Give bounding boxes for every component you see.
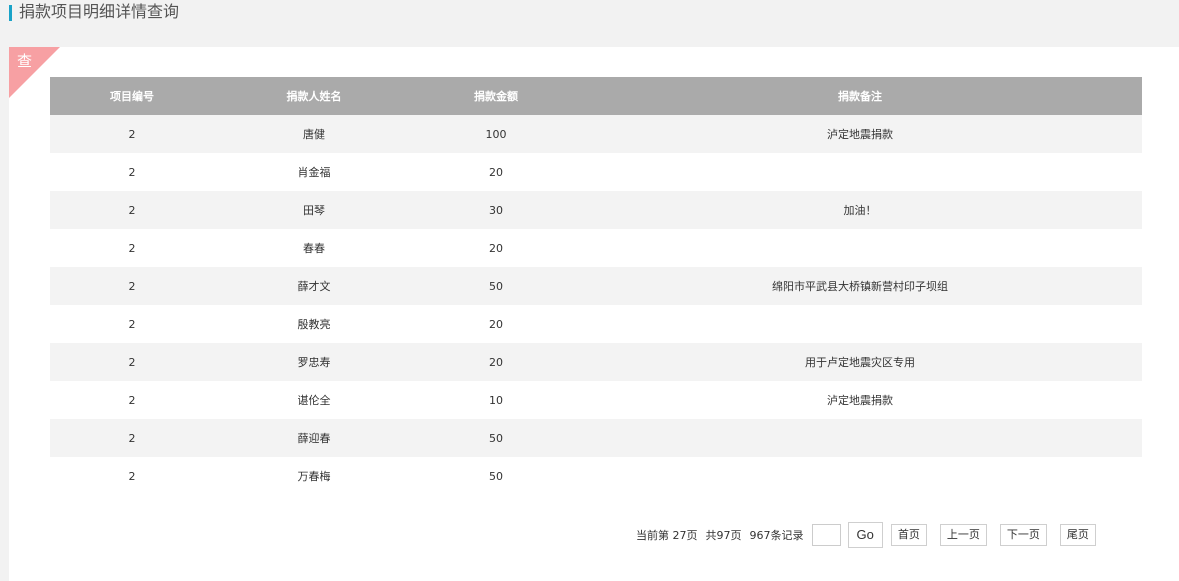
cell-amount: 20 [414, 305, 578, 343]
header-amount: 捐款金额 [414, 77, 578, 115]
cell-remark: 用于卢定地震灾区专用 [578, 343, 1142, 381]
cell-project-id: 2 [50, 381, 214, 419]
page-number-input[interactable] [811, 524, 841, 546]
cell-project-id: 2 [50, 457, 214, 495]
header-donor-name: 捐款人姓名 [214, 77, 414, 115]
first-page-button[interactable]: 首页 [890, 524, 927, 546]
table-row: 2 薛才文 50 绵阳市平武县大桥镇新营村印子坝组 [50, 267, 1142, 305]
query-corner-label: 查 [17, 52, 33, 70]
cell-donor-name: 薛迎春 [214, 419, 414, 457]
cell-amount: 20 [414, 343, 578, 381]
cell-project-id: 2 [50, 305, 214, 343]
cell-amount: 30 [414, 191, 578, 229]
go-button[interactable]: Go [847, 522, 883, 548]
cell-remark: 加油！ [578, 191, 1142, 229]
cell-project-id: 2 [50, 267, 214, 305]
cell-project-id: 2 [50, 343, 214, 381]
table-row: 2 田琴 30 加油！ [50, 191, 1142, 229]
cell-project-id: 2 [50, 419, 214, 457]
last-page-button[interactable]: 尾页 [1059, 524, 1096, 546]
header-project-id: 项目编号 [50, 77, 214, 115]
cell-amount: 10 [414, 381, 578, 419]
total-records-text: 967条记录 [749, 529, 804, 542]
table-row: 2 罗忠寿 20 用于卢定地震灾区专用 [50, 343, 1142, 381]
header-remark: 捐款备注 [578, 77, 1142, 115]
cell-amount: 20 [414, 153, 578, 191]
table-row: 2 万春梅 50 [50, 457, 1142, 495]
cell-donor-name: 罗忠寿 [214, 343, 414, 381]
cell-project-id: 2 [50, 191, 214, 229]
table-row: 2 肖金福 20 [50, 153, 1142, 191]
cell-donor-name: 肖金福 [214, 153, 414, 191]
cell-remark [578, 457, 1142, 495]
table-row: 2 薛迎春 50 [50, 419, 1142, 457]
cell-donor-name: 殷教亮 [214, 305, 414, 343]
cell-donor-name: 唐健 [214, 115, 414, 153]
table-header-row: 项目编号 捐款人姓名 捐款金额 捐款备注 [50, 77, 1142, 115]
cell-amount: 50 [414, 267, 578, 305]
pagination: 当前第 27页 共97页 967条记录 Go 首页 上一页 下一页 尾页 [636, 521, 1096, 549]
cell-remark: 绵阳市平武县大桥镇新营村印子坝组 [578, 267, 1142, 305]
current-page-text: 当前第 27页 [636, 529, 698, 542]
cell-donor-name: 谌伦全 [214, 381, 414, 419]
cell-remark: 泸定地震捐款 [578, 115, 1142, 153]
table-row: 2 唐健 100 泸定地震捐款 [50, 115, 1142, 153]
page-title: 捐款项目明细详情查询 [19, 2, 180, 21]
table-row: 2 殷教亮 20 [50, 305, 1142, 343]
content-panel: 查 项目编号 捐款人姓名 捐款金额 捐款备注 2 唐健 100 泸定地震捐款 2… [9, 47, 1179, 581]
cell-remark [578, 153, 1142, 191]
cell-remark [578, 229, 1142, 267]
cell-amount: 50 [414, 419, 578, 457]
cell-donor-name: 薛才文 [214, 267, 414, 305]
cell-donor-name: 春春 [214, 229, 414, 267]
page-header: 捐款项目明细详情查询 [0, 0, 1179, 30]
cell-project-id: 2 [50, 115, 214, 153]
prev-page-button[interactable]: 上一页 [939, 524, 987, 546]
cell-amount: 50 [414, 457, 578, 495]
title-accent-bar [9, 5, 12, 21]
cell-donor-name: 万春梅 [214, 457, 414, 495]
cell-project-id: 2 [50, 229, 214, 267]
table-row: 2 谌伦全 10 泸定地震捐款 [50, 381, 1142, 419]
total-pages-text: 共97页 [705, 529, 742, 542]
cell-remark: 泸定地震捐款 [578, 381, 1142, 419]
cell-remark [578, 419, 1142, 457]
next-page-button[interactable]: 下一页 [999, 524, 1047, 546]
table-row: 2 春春 20 [50, 229, 1142, 267]
cell-remark [578, 305, 1142, 343]
cell-project-id: 2 [50, 153, 214, 191]
cell-amount: 100 [414, 115, 578, 153]
donation-table: 项目编号 捐款人姓名 捐款金额 捐款备注 2 唐健 100 泸定地震捐款 2 肖… [50, 77, 1142, 495]
cell-amount: 20 [414, 229, 578, 267]
cell-donor-name: 田琴 [214, 191, 414, 229]
